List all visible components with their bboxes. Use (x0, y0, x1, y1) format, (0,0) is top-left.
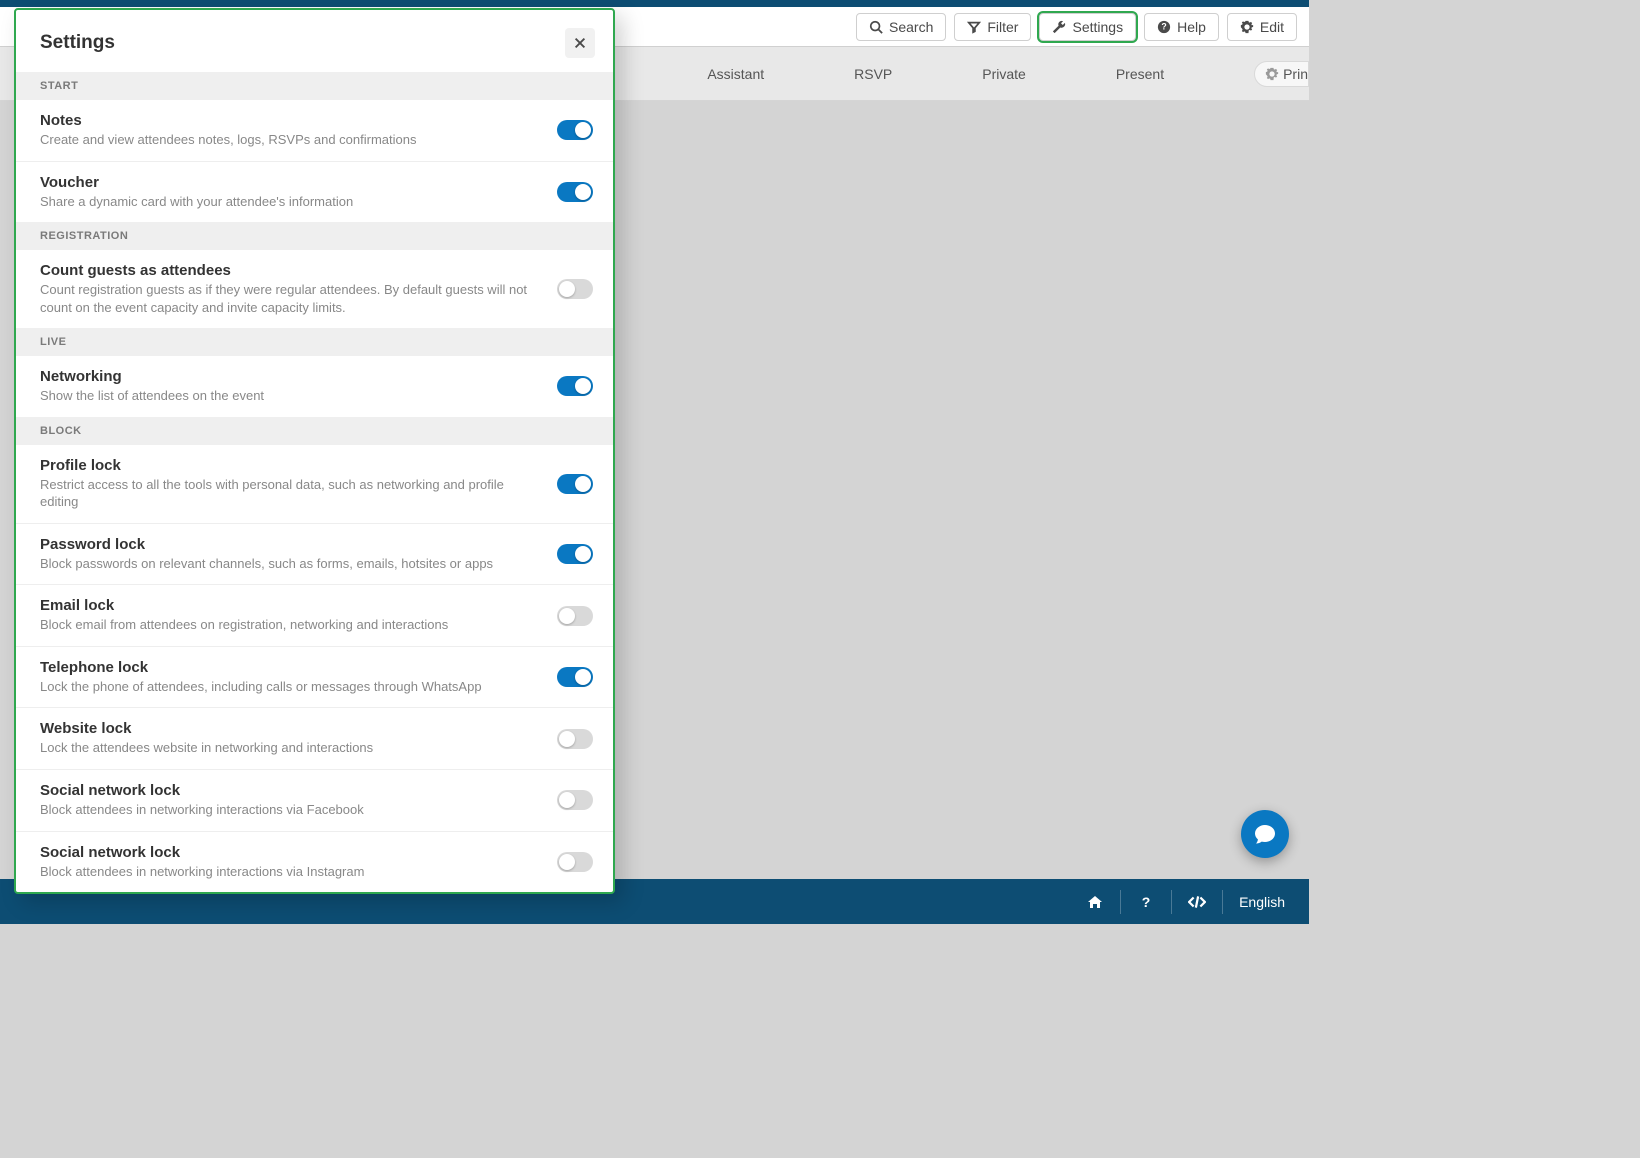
print-button-label: Prin (1283, 66, 1308, 82)
setting-title: Telephone lock (40, 659, 541, 676)
setting-toggle[interactable] (557, 790, 593, 810)
setting-title: Social network lock (40, 844, 541, 861)
setting-description: Count registration guests as if they wer… (40, 281, 541, 316)
setting-row: Profile lock Restrict access to all the t… (16, 445, 613, 524)
column-present: Present (1116, 66, 1164, 82)
setting-row: Social network lock Block attendees in ne… (16, 770, 613, 832)
modal-header: Settings (16, 10, 613, 72)
setting-toggle[interactable] (557, 376, 593, 396)
top-accent-bar (0, 0, 1309, 7)
settings-modal: Settings START Notes Create and view atten… (14, 8, 615, 894)
setting-text: Voucher Share a dynamic card with your at… (40, 174, 557, 211)
setting-text: Password lock Block passwords on relevant… (40, 536, 557, 573)
setting-row: Notes Create and view attendees notes, lo… (16, 100, 613, 162)
setting-row: Password lock Block passwords on relevant… (16, 524, 613, 586)
setting-toggle[interactable] (557, 182, 593, 202)
edit-button[interactable]: Edit (1227, 13, 1297, 41)
setting-title: Email lock (40, 597, 541, 614)
help-icon[interactable]: ? (1137, 893, 1155, 911)
separator (1222, 890, 1223, 914)
setting-description: Block passwords on relevant channels, su… (40, 555, 541, 573)
setting-text: Email lock Block email from attendees on … (40, 597, 557, 634)
wrench-icon (1052, 20, 1066, 34)
language-selector[interactable]: English (1239, 894, 1285, 910)
setting-description: Restrict access to all the tools with pe… (40, 476, 541, 511)
setting-toggle[interactable] (557, 852, 593, 872)
settings-button-label: Settings (1072, 19, 1123, 35)
search-button-label: Search (889, 19, 933, 35)
modal-title: Settings (40, 32, 115, 54)
setting-description: Block attendees in networking interactio… (40, 801, 541, 819)
setting-toggle[interactable] (557, 474, 593, 494)
setting-text: Social network lock Block attendees in ne… (40, 844, 557, 881)
setting-title: Social network lock (40, 782, 541, 799)
section-header: LIVE (16, 328, 613, 356)
setting-description: Block attendees in networking interactio… (40, 863, 541, 881)
gear-icon (1240, 20, 1254, 34)
setting-description: Create and view attendees notes, logs, R… (40, 131, 541, 149)
setting-description: Lock the attendees website in networking… (40, 739, 541, 757)
setting-title: Password lock (40, 536, 541, 553)
separator (1120, 890, 1121, 914)
setting-title: Voucher (40, 174, 541, 191)
setting-text: Networking Show the list of attendees on … (40, 368, 557, 405)
separator (1171, 890, 1172, 914)
setting-description: Lock the phone of attendees, including c… (40, 678, 541, 696)
edit-button-label: Edit (1260, 19, 1284, 35)
setting-toggle[interactable] (557, 729, 593, 749)
setting-row: Email lock Block email from attendees on … (16, 585, 613, 647)
setting-toggle[interactable] (557, 606, 593, 626)
modal-body: START Notes Create and view attendees note… (16, 72, 613, 892)
chat-fab[interactable] (1241, 810, 1289, 858)
print-button[interactable]: Prin (1254, 61, 1309, 87)
setting-row: Networking Show the list of attendees on … (16, 356, 613, 417)
column-rsvp: RSVP (854, 66, 892, 82)
help-icon: ? (1157, 20, 1171, 34)
setting-title: Notes (40, 112, 541, 129)
setting-title: Website lock (40, 720, 541, 737)
setting-text: Telephone lock Lock the phone of attendee… (40, 659, 557, 696)
setting-title: Count guests as attendees (40, 262, 541, 279)
filter-button-label: Filter (987, 19, 1018, 35)
setting-text: Notes Create and view attendees notes, lo… (40, 112, 557, 149)
setting-text: Website lock Lock the attendees website i… (40, 720, 557, 757)
search-icon (869, 20, 883, 34)
filter-icon (967, 20, 981, 34)
setting-toggle[interactable] (557, 667, 593, 687)
section-header: START (16, 72, 613, 100)
settings-button[interactable]: Settings (1039, 13, 1136, 41)
column-assistant: Assistant (707, 66, 764, 82)
setting-row: Count guests as attendees Count registrat… (16, 250, 613, 328)
search-button[interactable]: Search (856, 13, 946, 41)
setting-text: Social network lock Block attendees in ne… (40, 782, 557, 819)
close-button[interactable] (565, 28, 595, 58)
setting-description: Block email from attendees on registrati… (40, 616, 541, 634)
setting-text: Profile lock Restrict access to all the t… (40, 457, 557, 511)
setting-toggle[interactable] (557, 544, 593, 564)
code-icon[interactable] (1188, 893, 1206, 911)
filter-button[interactable]: Filter (954, 13, 1031, 41)
column-private: Private (982, 66, 1026, 82)
help-button-label: Help (1177, 19, 1206, 35)
setting-row: Telephone lock Lock the phone of attendee… (16, 647, 613, 709)
section-header: REGISTRATION (16, 222, 613, 250)
setting-toggle[interactable] (557, 279, 593, 299)
setting-toggle[interactable] (557, 120, 593, 140)
setting-row: Website lock Lock the attendees website i… (16, 708, 613, 770)
setting-description: Share a dynamic card with your attendee'… (40, 193, 541, 211)
close-icon (573, 36, 587, 50)
setting-row: Social network lock Block attendees in ne… (16, 832, 613, 893)
section-header: BLOCK (16, 417, 613, 445)
help-button[interactable]: ? Help (1144, 13, 1219, 41)
setting-title: Networking (40, 368, 541, 385)
setting-description: Show the list of attendees on the event (40, 387, 541, 405)
gear-icon (1265, 67, 1279, 81)
svg-text:?: ? (1161, 21, 1166, 31)
setting-row: Voucher Share a dynamic card with your at… (16, 162, 613, 223)
setting-text: Count guests as attendees Count registrat… (40, 262, 557, 316)
home-icon[interactable] (1086, 893, 1104, 911)
chat-icon (1253, 822, 1277, 846)
setting-title: Profile lock (40, 457, 541, 474)
